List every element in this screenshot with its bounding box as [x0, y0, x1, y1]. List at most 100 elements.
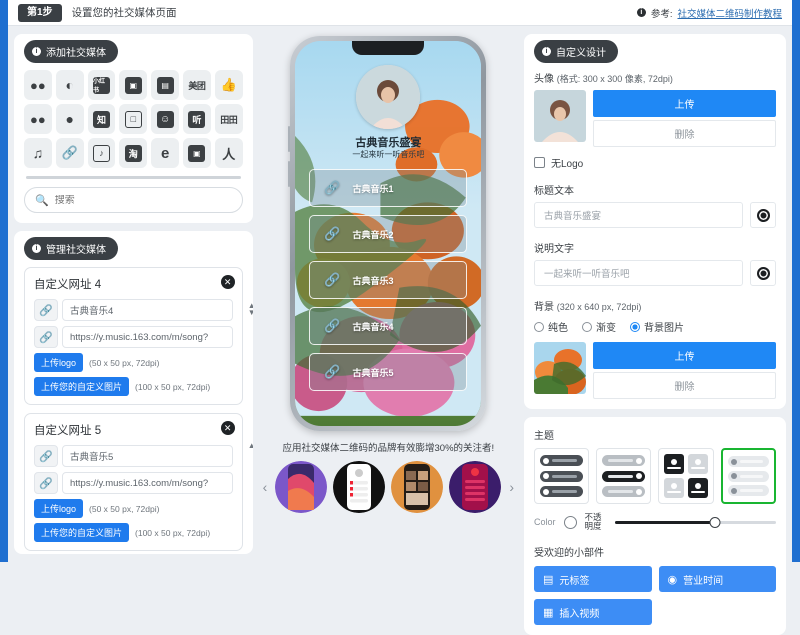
reorder-spinner[interactable]: ▲ — [248, 442, 253, 450]
douyin-news-icon[interactable]: ▤ — [151, 70, 180, 100]
upload-logo-button[interactable]: 上传logo — [34, 499, 84, 518]
keep-icon[interactable]: 人 — [214, 138, 243, 168]
radio-icon-selected[interactable] — [630, 321, 640, 332]
theme-options — [534, 448, 776, 504]
theme-bar — [727, 470, 769, 482]
weibo-icon[interactable]: ◐ — [55, 70, 84, 100]
title-text-input[interactable] — [534, 202, 743, 228]
theme-option-dark-bars[interactable] — [534, 448, 590, 504]
search-input[interactable] — [54, 194, 232, 206]
desc-color-picker[interactable] — [750, 260, 776, 286]
no-logo-row[interactable]: 无Logo — [534, 155, 776, 170]
ele-icon[interactable]: e — [151, 138, 180, 168]
tiktok-icon[interactable]: ♪ — [87, 138, 116, 168]
link-url-input[interactable] — [62, 326, 233, 348]
link-url-input[interactable] — [62, 472, 233, 494]
qq-icon[interactable]: ● — [55, 104, 84, 134]
desc-text-label: 说明文字 — [534, 244, 574, 255]
bg-option-solid[interactable]: 纯色 — [534, 319, 568, 334]
background-upload-row: 上传 删除 — [534, 342, 776, 399]
manage-social-list: ✕ 自定义网址 4 🔗 🔗 上传logo (50 x 50 px, 7 — [24, 267, 253, 551]
widget-business-hours-button[interactable]: ◉ 营业时间 — [658, 566, 776, 592]
avatar-section-label: 头像 (格式: 300 x 300 像素, 72dpi) — [534, 70, 776, 85]
opacity-slider[interactable] — [614, 516, 776, 528]
no-logo-checkbox[interactable] — [534, 157, 545, 168]
opacity-control-row: Color 不透明度 — [534, 513, 776, 531]
ximalaya-icon[interactable]: 听 — [183, 104, 211, 134]
preview-link-item[interactable]: 🔗 古典音乐1 — [309, 169, 468, 207]
meituan-icon[interactable]: 美团 — [183, 70, 211, 100]
taobao-icon[interactable]: 淘 — [119, 138, 148, 168]
list-item: ✕ 自定义网址 5 🔗 🔗 上传logo (50 x 50 px, 7 — [24, 413, 253, 551]
social-search-box[interactable]: 🔍 — [24, 187, 243, 213]
url-field-row: 🔗 — [34, 326, 233, 348]
upload-custom-image-button[interactable]: 上传您的自定义图片 — [34, 523, 130, 542]
bg-option-image[interactable]: 背景图片 — [630, 319, 684, 334]
baidu-tieba-icon[interactable]: □ — [119, 104, 148, 134]
widget-insert-video-button[interactable]: ▦ 插入视频 — [534, 599, 652, 625]
theme-bar — [602, 470, 646, 482]
page-edge-left — [0, 0, 8, 562]
preview-link-item[interactable]: 🔗 古典音乐2 — [309, 215, 468, 253]
phone-notch — [352, 41, 425, 55]
avatar-buttons: 上传 删除 — [593, 90, 776, 147]
chevron-down-icon[interactable]: ▼ — [248, 309, 253, 317]
radio-icon[interactable] — [534, 321, 544, 332]
video-icon: ▦ — [543, 606, 554, 619]
tianyancha-icon[interactable]: 田田 — [214, 104, 243, 134]
preview-link-item[interactable]: 🔗 古典音乐3 — [309, 261, 468, 299]
link-icon: 🔗 — [34, 326, 58, 348]
theme-bar — [602, 455, 646, 466]
custom-design-card: i 自定义设计 头像 (格式: 300 x 300 像素, 72dpi) 上传 … — [524, 34, 786, 409]
background-delete-button[interactable]: 删除 — [593, 372, 776, 399]
bilibili-icon[interactable]: ▣ — [119, 70, 148, 100]
tutorial-link[interactable]: 社交媒体二维码制作教程 — [677, 6, 782, 20]
wechat-icon[interactable]: ●● — [24, 70, 52, 100]
link-name-input[interactable] — [62, 445, 233, 467]
avatar-photo — [356, 65, 421, 129]
theme-color-picker[interactable] — [563, 515, 577, 529]
upload-custom-image-button[interactable]: 上传您的自定义图片 — [34, 377, 130, 396]
background-upload-button[interactable]: 上传 — [593, 342, 776, 369]
upload-logo-button[interactable]: 上传logo — [34, 353, 84, 372]
carousel-prev-icon[interactable]: ‹ — [261, 479, 270, 495]
widgets-grid: ▤ 元标签 ◉ 营业时间 ▦ 插入视频 — [534, 566, 776, 625]
opacity-slider-knob[interactable] — [709, 516, 721, 528]
preview-link-item[interactable]: 🔗 古典音乐5 — [309, 353, 468, 391]
grid-divider — [26, 176, 241, 179]
zhihu-icon[interactable]: 知 — [87, 104, 116, 134]
theme-option-grid-cards[interactable] — [658, 448, 714, 504]
list-item[interactable] — [275, 461, 328, 513]
list-item[interactable] — [449, 461, 502, 513]
list-item[interactable] — [333, 461, 386, 513]
theme-option-gray-bars[interactable] — [596, 448, 652, 504]
wechat-moments-icon[interactable]: ●● — [24, 104, 52, 134]
radio-icon[interactable] — [582, 321, 592, 332]
list-item[interactable] — [391, 461, 444, 513]
xiaohongshu-icon[interactable]: 小红书 — [87, 70, 116, 100]
avatar-upload-button[interactable]: 上传 — [593, 90, 776, 117]
netease-music-icon[interactable]: ♫ — [24, 138, 52, 168]
theme-option-light-bars[interactable] — [720, 448, 776, 504]
widget-meta-tag-button[interactable]: ▤ 元标签 — [534, 566, 652, 592]
avatar-delete-button[interactable]: 删除 — [593, 120, 776, 147]
title-color-picker[interactable] — [750, 202, 776, 228]
bg-option-gradient[interactable]: 渐变 — [582, 319, 616, 334]
wechat-channel-icon[interactable]: ▣ — [183, 138, 211, 168]
desc-text-input[interactable] — [534, 260, 743, 286]
preview-link-label: 古典音乐4 — [352, 321, 394, 332]
preview-link-label: 古典音乐5 — [352, 367, 394, 378]
link-icon[interactable]: 🔗 — [55, 138, 84, 168]
close-icon[interactable]: ✕ — [220, 421, 235, 435]
add-social-pill: i 添加社交媒体 — [24, 40, 118, 63]
carousel-next-icon[interactable]: › — [507, 479, 516, 495]
preview-link-item[interactable]: 🔗 古典音乐4 — [309, 307, 468, 345]
chevron-up-icon[interactable]: ▲ — [248, 442, 253, 450]
close-icon[interactable]: ✕ — [220, 275, 235, 289]
link-name-input[interactable] — [62, 299, 233, 321]
smile-icon[interactable]: ☺ — [151, 104, 180, 134]
reorder-spinner[interactable]: ▲ ▼ — [248, 302, 253, 317]
link-icon: 🔗 — [34, 445, 58, 467]
thumbs-up-icon[interactable]: 👍 — [214, 70, 243, 100]
image-upload-row: 上传您的自定义图片 (100 x 50 px, 72dpi) — [34, 523, 233, 542]
